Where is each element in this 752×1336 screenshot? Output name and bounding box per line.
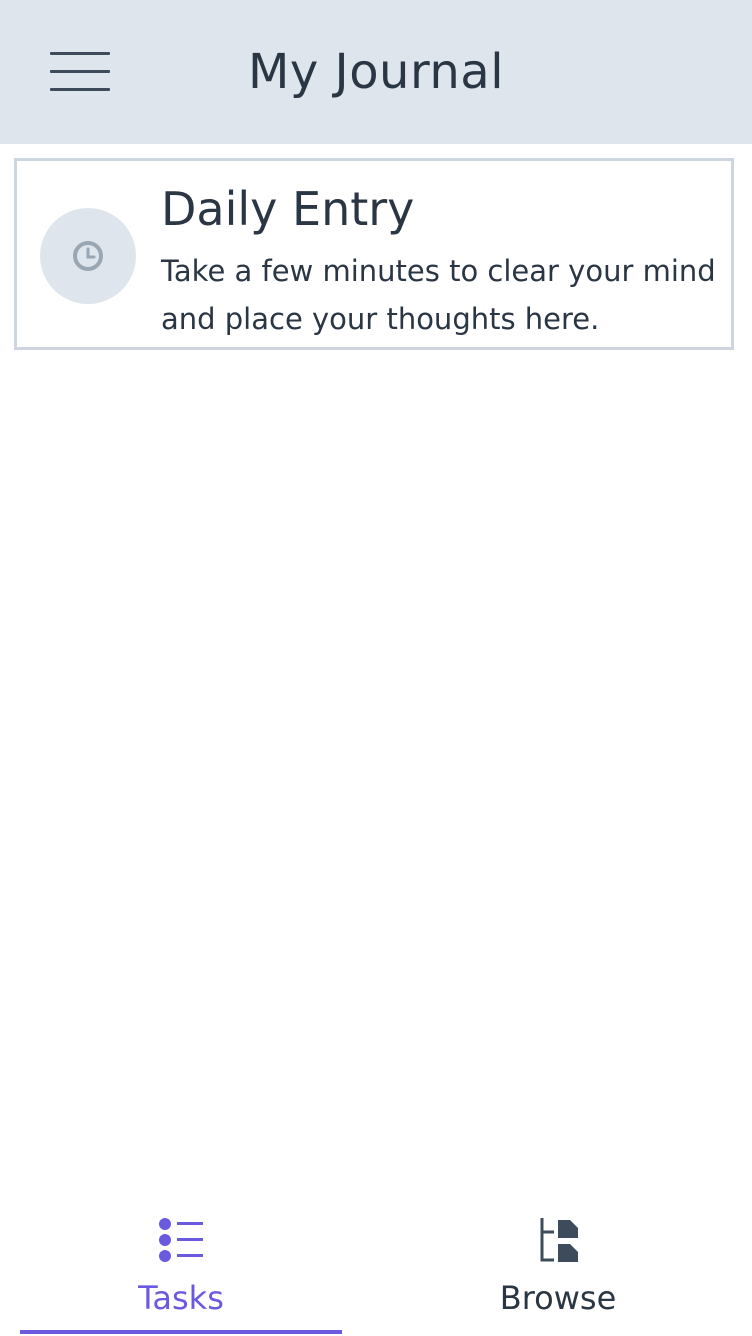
- page-title: My Journal: [247, 44, 505, 100]
- tab-browse[interactable]: Browse: [397, 1196, 719, 1336]
- hamburger-bar: [50, 70, 110, 73]
- tab-browse-label: Browse: [499, 1279, 617, 1317]
- entry-avatar: [40, 208, 136, 304]
- entry-title: Daily Entry: [161, 182, 415, 236]
- browse-tree-icon: [540, 1218, 578, 1262]
- app-root: My Journal Daily Entry Take a few minute…: [0, 0, 752, 1336]
- clock-icon: [73, 241, 103, 271]
- task-list-icon: [159, 1218, 203, 1262]
- bottom-tab-bar: Tasks Browse: [0, 1196, 752, 1336]
- active-tab-indicator: [20, 1330, 342, 1334]
- entry-description: Take a few minutes to clear your mind an…: [161, 254, 716, 336]
- hamburger-menu-icon: [50, 52, 110, 55]
- tab-tasks-label: Tasks: [138, 1279, 224, 1317]
- menu-button[interactable]: [40, 42, 120, 102]
- app-header: My Journal: [0, 0, 752, 144]
- entry-card-daily[interactable]: Daily Entry Take a few minutes to clear …: [14, 158, 734, 350]
- tab-tasks[interactable]: Tasks: [20, 1196, 342, 1336]
- hamburger-bar: [50, 88, 110, 91]
